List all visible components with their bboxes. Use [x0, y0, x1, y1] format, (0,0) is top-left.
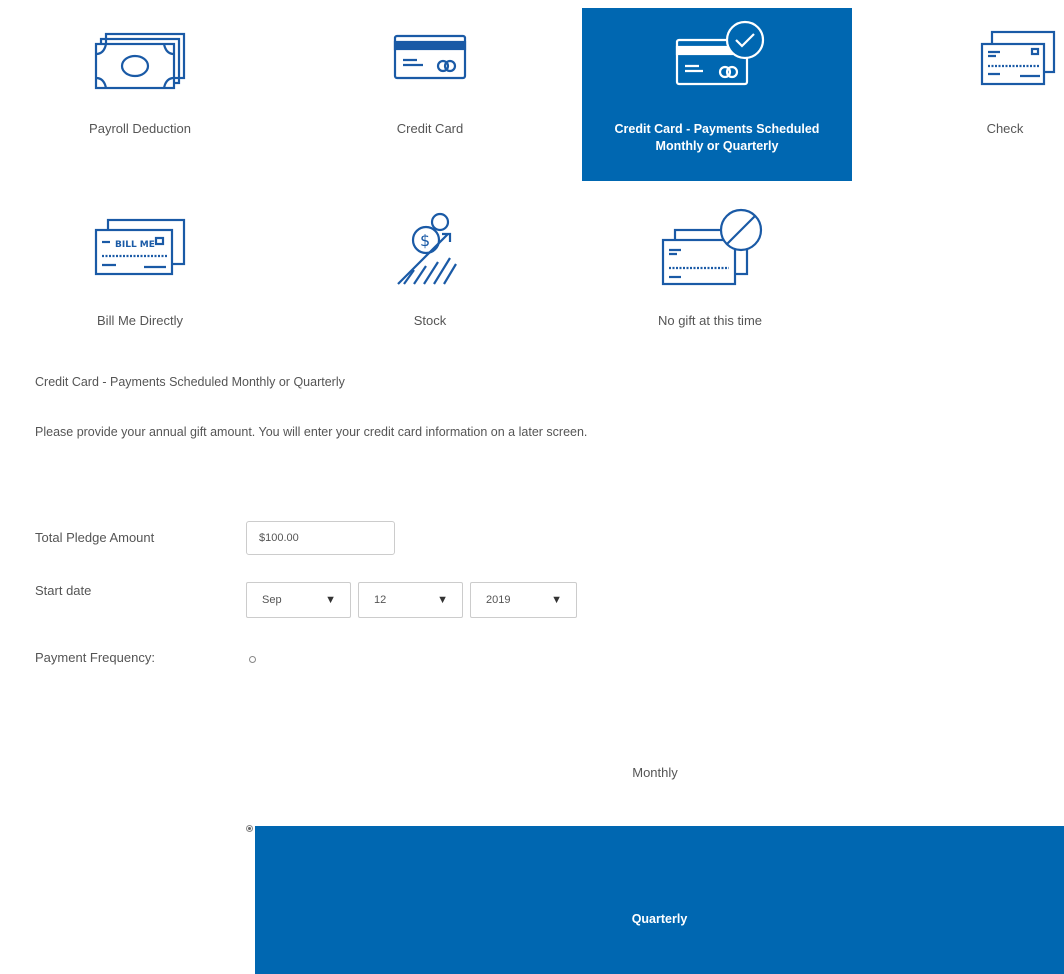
start-day-value: 12: [374, 594, 387, 606]
start-date-label: Start date: [35, 583, 92, 598]
frequency-monthly-radio[interactable]: [249, 656, 256, 663]
credit-card-icon: [393, 34, 467, 83]
dropdown-arrow-icon: ▼: [325, 594, 336, 606]
payment-option-label: Bill Me Directly: [97, 313, 183, 328]
payment-option-payroll-deduction[interactable]: Payroll Deduction: [40, 8, 240, 178]
check-icon: [980, 30, 1056, 93]
payment-option-check[interactable]: Check: [930, 8, 1064, 178]
payment-frequency-label: Payment Frequency:: [35, 650, 155, 665]
payment-option-no-gift[interactable]: No gift at this time: [610, 200, 810, 340]
payment-option-label: Check: [986, 121, 1024, 136]
pledge-amount-label: Total Pledge Amount: [35, 530, 155, 545]
start-month-value: Sep: [262, 594, 282, 606]
payment-option-bill-me-directly[interactable]: BILL ME Bill Me Directly: [40, 200, 240, 340]
frequency-option-label: Monthly: [632, 765, 678, 780]
frequency-quarterly-radio[interactable]: [246, 825, 253, 832]
cash-icon: [92, 30, 188, 93]
payment-option-label: Credit Card: [396, 121, 464, 136]
start-year-value: 2019: [486, 594, 511, 606]
svg-text:$: $: [420, 231, 430, 250]
dropdown-arrow-icon: ▼: [437, 594, 448, 606]
frequency-option-quarterly[interactable]: Quarterly: [255, 826, 1064, 974]
payment-option-label: No gift at this time: [657, 313, 763, 328]
start-day-select[interactable]: 12 ▼: [358, 582, 463, 618]
payment-option-credit-card[interactable]: Credit Card: [330, 8, 530, 178]
pledge-amount-input[interactable]: $100.00: [246, 521, 395, 555]
selected-method-heading: Credit Card - Payments Scheduled Monthly…: [35, 375, 345, 389]
frequency-option-label: Quarterly: [631, 912, 688, 926]
start-month-select[interactable]: Sep ▼: [246, 582, 351, 618]
no-gift-icon: [655, 206, 765, 291]
stock-icon: $: [390, 210, 470, 293]
bill-me-icon-text: BILL ME: [115, 240, 155, 250]
credit-card-check-icon: [665, 20, 769, 93]
instructions-text: Please provide your annual gift amount. …: [35, 425, 588, 439]
bill-me-icon: BILL ME: [92, 218, 188, 279]
payment-option-credit-card-scheduled[interactable]: Credit Card - Payments Scheduled Monthly…: [582, 8, 852, 181]
dropdown-arrow-icon: ▼: [551, 594, 562, 606]
start-year-select[interactable]: 2019 ▼: [470, 582, 577, 618]
payment-option-label: Credit Card - Payments Scheduled Monthly…: [614, 122, 820, 153]
payment-option-label: Stock: [413, 313, 447, 328]
frequency-option-monthly[interactable]: Monthly: [590, 755, 720, 791]
payment-option-label: Payroll Deduction: [89, 121, 191, 136]
payment-option-stock[interactable]: $ Stock: [330, 200, 530, 340]
